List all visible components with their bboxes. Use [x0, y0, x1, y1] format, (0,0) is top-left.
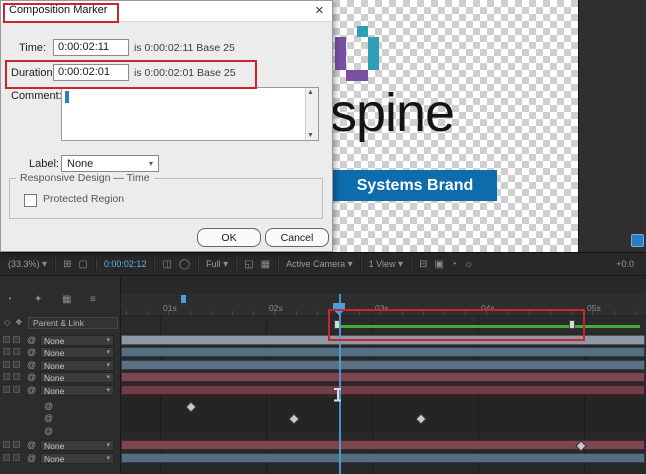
view-layout-value: 1 View [369, 259, 396, 269]
show-channel-icon[interactable]: ◯ [179, 259, 190, 270]
duration-input[interactable]: 0:00:02:01 [53, 64, 129, 81]
logo-pixel [335, 37, 346, 48]
responsive-design-group: Responsive Design — Time Protected Regio… [9, 178, 323, 219]
view-layout-select[interactable]: 1 View ▾ [369, 259, 403, 270]
marker-end-handle[interactable] [569, 320, 575, 329]
logo-pixel-icon [335, 26, 379, 81]
toolbar-separator [235, 258, 237, 270]
close-icon[interactable]: ✕ [315, 4, 324, 17]
comp-mini-flowchart-icon[interactable]: ◔ [6, 294, 12, 305]
chevron-down-icon: ▾ [42, 259, 47, 270]
label-value: None [67, 158, 93, 170]
region-of-interest-icon[interactable]: ◱ [244, 259, 253, 270]
logo-pixel [368, 59, 379, 70]
logo-pixel [335, 48, 346, 59]
logo-pixel [368, 48, 379, 59]
toolbar-separator [410, 258, 412, 270]
after-effects-window: spine Systems Brand (33.3%) ▾ ⊞ ▢ 0:00:0… [0, 0, 646, 474]
time-input[interactable]: 0:00:02:11 [53, 39, 129, 56]
label-select[interactable]: None ▾ [61, 155, 159, 172]
chevron-down-icon: ▾ [348, 259, 353, 270]
duration-info: is 0:00:02:01 Base 25 [134, 67, 236, 79]
time-label: Time: [19, 42, 46, 54]
composition-viewer: spine Systems Brand [333, 0, 578, 252]
work-area-marker[interactable] [181, 295, 186, 303]
toolbar-separator [277, 258, 279, 270]
magnification-select[interactable]: (33.3%) ▾ [8, 259, 47, 270]
timeline-icon[interactable]: ◔ [451, 259, 457, 270]
dialog-titlebar[interactable]: Composition Marker ✕ [1, 1, 332, 22]
playhead-line[interactable] [339, 294, 341, 474]
motion-blur-icon[interactable]: ≡ [90, 294, 96, 305]
label-label: Label: [29, 158, 59, 170]
transparency-grid-icon[interactable]: ▦ [261, 259, 270, 270]
grid-options-icon[interactable]: ⊞ [63, 259, 71, 270]
duration-label: Duration: [11, 67, 56, 79]
chevron-down-icon: ▾ [223, 259, 228, 270]
comment-textarea[interactable]: ▲ ▼ [61, 87, 319, 141]
logo-banner: Systems Brand [333, 170, 497, 201]
column-icon: ◇ [4, 317, 11, 328]
current-time-display[interactable]: 0:00:02:12 [104, 259, 147, 269]
cancel-button[interactable]: Cancel [265, 228, 329, 247]
composition-marker-duration-bar[interactable] [337, 325, 640, 328]
magnification-value: (33.3%) [8, 259, 40, 269]
camera-select[interactable]: Active Camera ▾ [286, 259, 353, 270]
logo-pixel [357, 70, 368, 81]
ibeam-cursor [333, 388, 342, 401]
property-rows-strip [121, 398, 646, 432]
resolution-select[interactable]: Full ▾ [206, 259, 228, 270]
toolbar-separator [153, 258, 155, 270]
group-title: Responsive Design — Time [16, 172, 154, 184]
panel-icon[interactable] [631, 234, 644, 247]
scroll-up-icon[interactable]: ▲ [307, 89, 314, 96]
timeline-sidebar [0, 276, 121, 474]
protected-region-checkbox[interactable] [24, 194, 37, 207]
textarea-scrollbar[interactable]: ▲ ▼ [305, 88, 318, 140]
pixel-aspect-icon[interactable]: ⊟ [419, 259, 427, 270]
logo-pixel [346, 70, 357, 81]
frame-blend-icon[interactable]: ▦ [62, 294, 71, 305]
comp-panel-toolbar: (33.3%) ▾ ⊞ ▢ 0:00:02:12 ◫ ◯ Full ▾ ◱ ▦ … [0, 252, 646, 276]
mask-visibility-icon[interactable]: ▢ [78, 259, 87, 270]
chevron-down-icon: ▾ [149, 159, 153, 168]
fast-previews-icon[interactable]: ▣ [434, 259, 443, 270]
dialog-title: Composition Marker [9, 4, 107, 16]
logo-pixel [335, 59, 346, 70]
logo-word: spine [333, 82, 454, 144]
scroll-down-icon[interactable]: ▼ [307, 132, 314, 139]
exposure-value[interactable]: +0.0 [616, 259, 634, 269]
toolbar-separator [95, 258, 97, 270]
logo-pixel [368, 37, 379, 48]
comment-label: Comment: [11, 90, 62, 102]
ok-button[interactable]: OK [197, 228, 261, 247]
logo-pixel [357, 26, 368, 37]
chevron-down-icon: ▾ [398, 259, 403, 270]
snapshot-icon[interactable]: ◫ [162, 259, 171, 270]
composition-marker-dialog: Composition Marker ✕ Time: 0:00:02:11 is… [0, 0, 333, 252]
draft3d-icon[interactable]: ✦ [34, 294, 42, 305]
panel-edge [578, 0, 646, 252]
time-info: is 0:00:02:11 Base 25 [134, 42, 235, 54]
time-ruler[interactable] [121, 294, 646, 316]
camera-value: Active Camera [286, 259, 345, 269]
banner-text: Systems Brand [357, 177, 474, 195]
resolution-value: Full [206, 259, 221, 269]
exposure-icon[interactable]: ☼ [464, 259, 473, 270]
toolbar-separator [360, 258, 362, 270]
protected-region-label: Protected Region [43, 193, 124, 205]
column-icon: ❖ [15, 317, 23, 328]
parent-link-header[interactable]: Parent & Link [28, 317, 118, 329]
text-cursor [65, 91, 69, 103]
toolbar-separator [54, 258, 56, 270]
toolbar-separator [197, 258, 199, 270]
